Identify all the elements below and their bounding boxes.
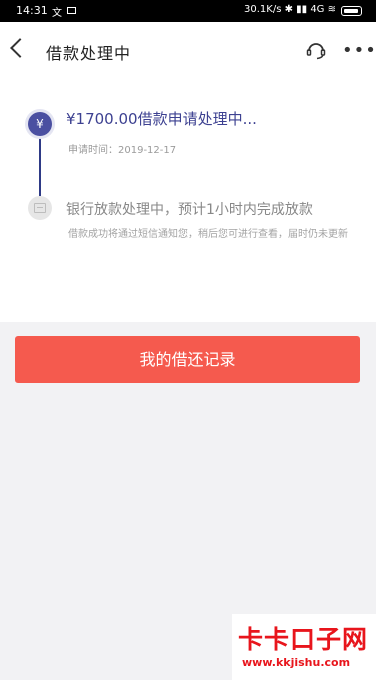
step1-title: ¥1700.00借款申请处理中... bbox=[66, 110, 257, 128]
step2-description: 借款成功将通过短信通知您，稍后您可进行查看，届时仍未更新 bbox=[68, 229, 348, 240]
bank-card-icon bbox=[34, 203, 46, 213]
page-title: 借款处理中 bbox=[46, 44, 132, 63]
timeline-active-line bbox=[39, 138, 41, 196]
watermark-url: www.kkjishu.com bbox=[242, 656, 351, 669]
loan-records-button[interactable]: 我的借还记录 bbox=[15, 336, 360, 383]
more-options-icon[interactable]: ••• bbox=[342, 40, 376, 61]
step2-title: 银行放款处理中，预计1小时内完成放款 bbox=[66, 202, 313, 218]
watermark: 卡卡口子网 www.kkjishu.com bbox=[232, 614, 376, 680]
app-header: 借款处理中 ••• bbox=[0, 22, 376, 82]
status-bar: 14:31 文 30.1K/s ✱ ▮▮ 4G ≋ bbox=[0, 0, 376, 22]
status-time: 14:31 bbox=[16, 4, 48, 17]
network-status: 30.1K/s ✱ ▮▮ 4G ≋ bbox=[244, 4, 336, 15]
customer-service-icon[interactable] bbox=[305, 39, 327, 61]
progress-card: ¥ ¥1700.00借款申请处理中... 申请时间：2019-12-17 银行放… bbox=[0, 82, 376, 322]
watermark-title: 卡卡口子网 bbox=[238, 625, 369, 654]
step2-marker bbox=[28, 196, 52, 220]
message-icon bbox=[67, 7, 76, 14]
battery-icon bbox=[341, 6, 362, 16]
back-arrow-icon[interactable] bbox=[10, 38, 30, 58]
yen-icon: ¥ bbox=[28, 112, 52, 136]
step1-time: 申请时间：2019-12-17 bbox=[68, 145, 177, 156]
notification-icon: 文 bbox=[52, 8, 62, 19]
